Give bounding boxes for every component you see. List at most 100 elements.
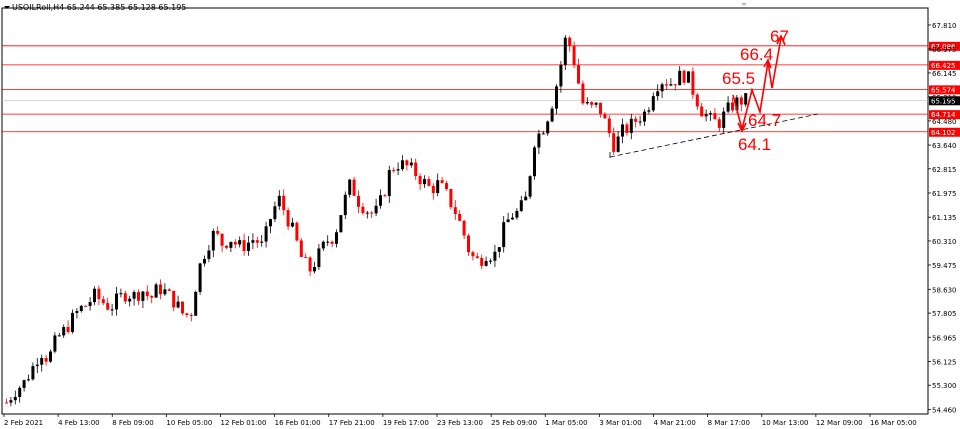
candle-body — [299, 240, 303, 258]
candle-body — [445, 183, 448, 190]
candle-body — [471, 252, 475, 257]
candle-body — [555, 86, 558, 109]
candle-body — [150, 296, 154, 298]
candle-body — [308, 257, 312, 272]
candle-body — [577, 65, 580, 84]
candle-body — [269, 219, 272, 227]
candle-body — [44, 357, 48, 362]
candle-body — [519, 200, 523, 211]
candle-body — [172, 290, 176, 308]
y-tick-label: 54.460 — [932, 406, 957, 414]
candle-body — [282, 195, 286, 211]
y-tick-label: 64.480 — [932, 118, 957, 126]
candle-body — [13, 396, 17, 401]
candle-body — [374, 205, 378, 214]
candle-body — [678, 70, 682, 86]
candle-body — [665, 84, 668, 86]
candle-body — [625, 124, 629, 133]
candle-body — [313, 267, 316, 272]
candle-body — [304, 257, 308, 259]
candle-body — [321, 241, 325, 249]
y-axis: 67.810 66.975 66.145 65.310 64.480 63.640 62.8… — [928, 22, 957, 414]
y-tick-label: 66.975 — [932, 46, 957, 54]
x-axis: 2 Feb 2021 4 Feb 13:00 8 Feb 09:00 10 Feb 0… — [3, 414, 917, 427]
candle-body — [440, 180, 444, 184]
x-tick-label: 17 Feb 21:00 — [329, 419, 375, 427]
candle-body — [225, 245, 228, 248]
candle-body — [35, 364, 39, 367]
scroll-marker-icon[interactable] — [741, 3, 747, 6]
y-tick-label: 63.640 — [932, 142, 957, 150]
candle-body — [71, 312, 74, 332]
y-tick-label: 57.805 — [932, 310, 957, 318]
price-level-label: 64.102 — [931, 129, 956, 137]
x-tick-label: 1 Mar 05:00 — [545, 419, 587, 427]
candle-body — [691, 71, 695, 95]
candle-body — [489, 260, 492, 262]
candle-body — [295, 222, 299, 241]
candle-body — [493, 251, 497, 261]
candle-body — [79, 305, 83, 312]
candle-body — [159, 284, 162, 295]
candle-body — [643, 111, 646, 122]
y-tick-label: 56.965 — [932, 334, 957, 342]
candle-body — [515, 210, 519, 218]
candle-body — [731, 102, 734, 111]
candle-body — [189, 314, 193, 316]
candle-body — [93, 288, 96, 303]
annotation-64-1: 64.1 — [738, 135, 771, 154]
y-tick-label: 65.310 — [932, 94, 957, 102]
annotation-67: 67 — [770, 27, 789, 46]
y-tick-label: 61.975 — [932, 190, 957, 198]
candle-body — [264, 226, 268, 242]
y-tick-label: 60.310 — [932, 238, 957, 246]
candle-body — [568, 37, 572, 46]
candle-body — [145, 291, 149, 297]
candle-body — [401, 160, 404, 170]
candle-body — [453, 207, 457, 215]
candle-body — [717, 119, 721, 128]
candle-body — [141, 291, 145, 301]
candle-body — [462, 220, 466, 236]
annotation-66-4: 66.4 — [740, 45, 773, 64]
candle-body — [423, 179, 426, 185]
candle-body — [379, 195, 382, 206]
candle-body — [405, 160, 409, 166]
candle-body — [594, 102, 598, 105]
candle-body — [449, 189, 453, 208]
candle-body — [541, 133, 545, 135]
price-chart[interactable]: USOILRoll,H4 65.244 65.385 65.128 65.195… — [0, 0, 960, 429]
candle-body — [392, 170, 396, 172]
x-tick-label: 19 Feb 17:00 — [383, 419, 429, 427]
candle-body — [387, 170, 391, 196]
candle-body — [484, 261, 488, 266]
candle-body — [198, 263, 202, 292]
candle-body — [5, 402, 8, 404]
candle-body — [713, 113, 717, 120]
candle-body — [638, 121, 642, 123]
candle-body — [467, 235, 470, 253]
y-tick-label: 59.475 — [932, 262, 957, 270]
candle-body — [75, 311, 79, 313]
candle-body — [396, 169, 400, 171]
candle-body — [216, 230, 220, 234]
symbol-label: USOILRoll,H4 65.244 65.385 65.128 65.195 — [12, 3, 186, 12]
candle-body — [418, 176, 422, 185]
candle-body — [154, 284, 158, 298]
candle-body — [687, 71, 690, 83]
candle-body — [211, 230, 215, 251]
candle-body — [361, 206, 365, 214]
candle-body — [317, 248, 321, 268]
candle-body — [291, 222, 294, 227]
candle-body — [581, 83, 585, 104]
candle-body — [286, 210, 290, 227]
candle-body — [242, 240, 246, 251]
candle-body — [260, 241, 264, 243]
plot-frame — [1, 7, 929, 415]
candle-body — [616, 136, 620, 152]
x-tick-label: 23 Feb 13:00 — [437, 419, 483, 427]
candle-body — [656, 91, 660, 97]
y-tick-label: 62.815 — [932, 166, 957, 174]
candle-body — [132, 292, 136, 299]
candle-body — [348, 179, 352, 195]
